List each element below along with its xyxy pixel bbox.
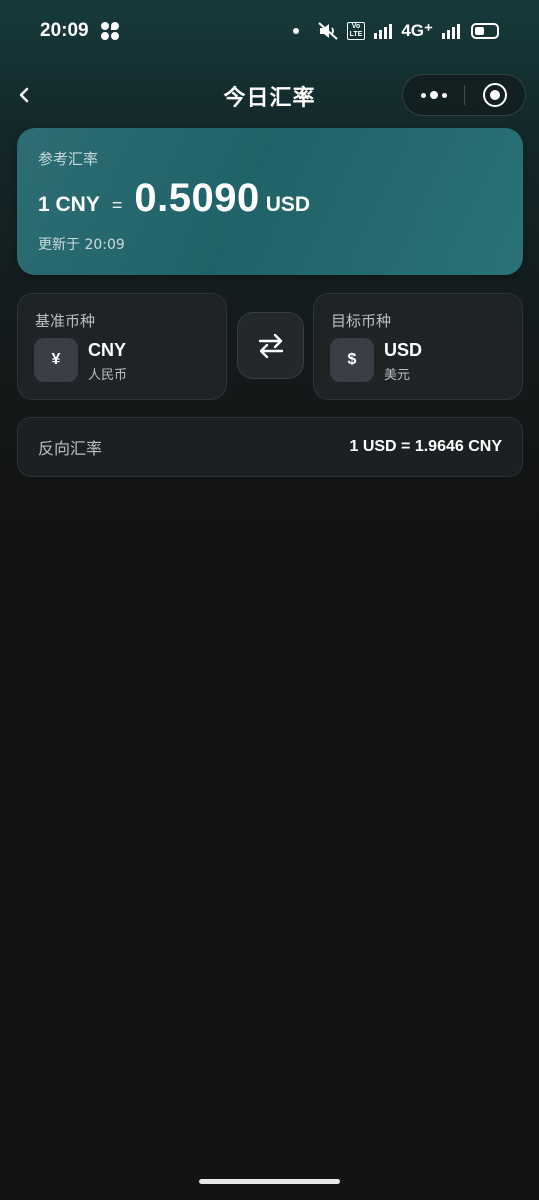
nav-bar: 今日汇率 — [0, 70, 539, 120]
signal-icon-2 — [441, 23, 461, 39]
target-currency-code: USD — [384, 340, 423, 360]
rate-label: 参考汇率 — [38, 150, 99, 168]
rate-value: 0.5090 — [134, 176, 260, 220]
rate-base: 1 CNY — [38, 193, 100, 216]
target-currency-card[interactable]: 目标币种 $ USD 美元 — [313, 293, 523, 400]
more-button[interactable] — [403, 75, 464, 115]
status-time: 20:09 — [40, 20, 89, 41]
yuan-icon: ¥ — [34, 338, 78, 382]
home-indicator[interactable] — [199, 1179, 340, 1184]
status-icons: Vo LTE 4G⁺ — [292, 21, 499, 41]
rate-updated-time: 更新于 20:09 — [38, 237, 125, 253]
swap-arrows-icon — [258, 333, 283, 358]
volte-icon: Vo LTE — [346, 22, 366, 40]
base-currency-name: 人民币 — [88, 368, 128, 383]
target-circle-icon — [482, 83, 507, 107]
rate-target: USD — [265, 193, 311, 216]
more-dots-icon — [420, 92, 426, 98]
base-currency-label: 基准币种 — [35, 312, 96, 330]
volte-top: Vo — [351, 23, 361, 30]
inverse-rate-value: 1 USD = 1.9646 CNY — [349, 438, 502, 455]
swap-button[interactable] — [237, 312, 304, 379]
inverse-rate-label: 反向汇率 — [38, 439, 103, 458]
target-currency-label: 目标币种 — [331, 312, 392, 330]
close-button[interactable] — [465, 75, 525, 115]
battery-icon — [471, 23, 499, 39]
signal-icon-1 — [373, 23, 393, 39]
volte-bottom: LTE — [349, 31, 363, 38]
network-type: 4G⁺ — [401, 21, 433, 40]
notification-dot-icon — [292, 28, 299, 34]
mini-program-capsule — [402, 74, 526, 116]
status-bar: 20:09 Vo LTE 4G⁺ — [0, 0, 539, 62]
rate-line: 1 CNY = 0.5090 USD — [38, 176, 310, 222]
rate-card: 参考汇率 1 CNY = 0.5090 USD 更新于 20:09 — [17, 128, 523, 275]
screen: 20:09 Vo LTE 4G⁺ 今日汇率 参考汇率 1 CNY = 0.509… — [0, 0, 539, 1200]
rate-equals: = — [111, 195, 123, 215]
inverse-rate-card: 反向汇率 1 USD = 1.9646 CNY — [17, 417, 523, 477]
mute-icon — [317, 21, 339, 41]
pinwheel-icon — [100, 22, 119, 40]
base-currency-code: CNY — [88, 340, 127, 360]
target-currency-name: 美元 — [384, 368, 411, 383]
dollar-icon: $ — [330, 338, 374, 382]
base-currency-card[interactable]: 基准币种 ¥ CNY 人民币 — [17, 293, 227, 400]
